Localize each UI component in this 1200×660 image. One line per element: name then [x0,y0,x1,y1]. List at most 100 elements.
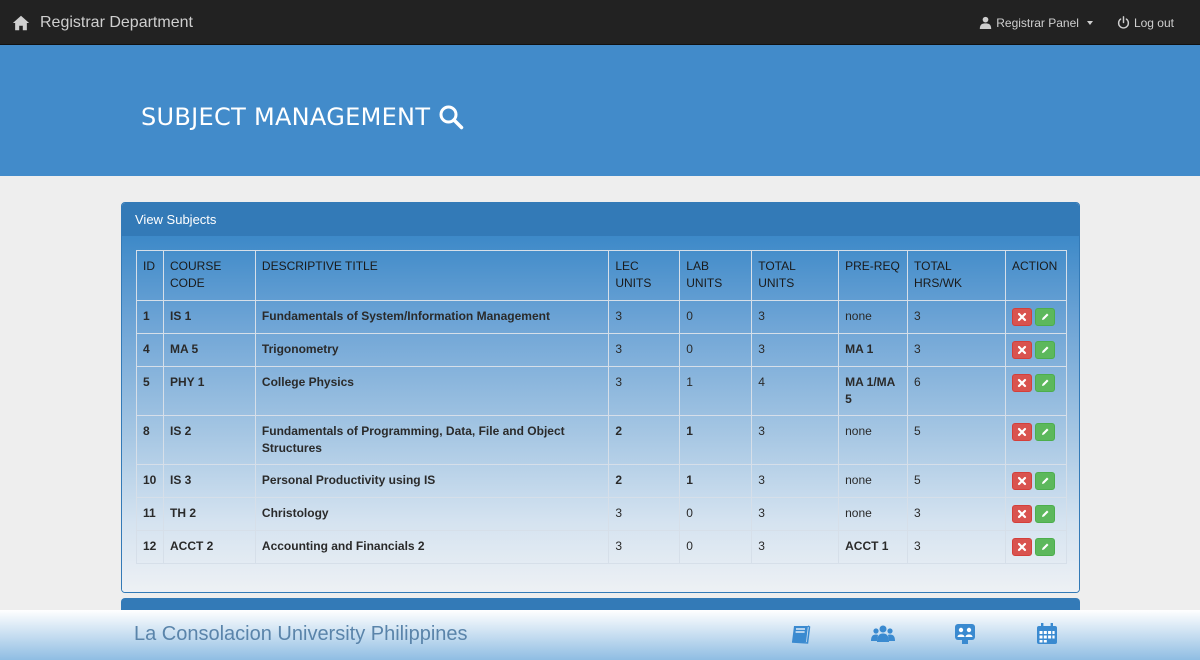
delete-button[interactable] [1011,472,1032,490]
registrar-panel-label: Registrar Panel [996,15,1079,30]
cell-lec: 3 [608,366,681,416]
col-header-id: ID [136,250,164,301]
cell-prereq: MA 1 [838,333,909,367]
cell-lec: 3 [608,497,681,531]
edit-button[interactable] [1034,505,1055,523]
close-icon [1017,509,1027,519]
delete-button[interactable] [1011,505,1032,523]
cell-title: Fundamentals of System/Information Manag… [254,300,610,334]
panel-heading: View Subjects [122,203,1079,236]
page-title: SUBJECT MANAGEMENT [141,103,464,131]
cell-hrs: 3 [907,530,1006,564]
col-header-title: DESCRIPTIVE TITLE [254,250,610,301]
delete-button[interactable] [1011,374,1032,392]
logout-label: Log out [1133,15,1174,30]
delete-button[interactable] [1011,308,1032,326]
view-subjects-panel: View Subjects ID COURSE CODE DESCRIPTIVE … [121,202,1080,593]
cell-total: 4 [751,366,840,416]
cell-hrs: 3 [907,497,1006,531]
footer-title: La Consolacion University Philippines [134,623,468,645]
search-icon[interactable] [438,104,464,130]
delete-button[interactable] [1011,423,1032,441]
cell-action [1004,497,1068,531]
cell-total: 3 [751,530,840,564]
pencil-icon [1041,510,1049,517]
nav-right: Registrar Panel Log out [967,0,1200,45]
close-icon [1017,542,1027,552]
cell-lab: 0 [679,530,753,564]
cell-prereq: none [838,464,909,498]
logout-link[interactable]: Log out [1105,0,1186,45]
table-row: 8 IS 2 Fundamentals of Programming, Data… [136,415,1068,465]
col-header-lab-units: LAB UNITS [679,250,753,301]
pencil-icon [1041,313,1049,320]
cell-code: IS 3 [162,464,256,498]
calendar-icon[interactable] [1035,622,1059,646]
cell-id: 10 [136,464,164,498]
cell-prereq: none [838,497,909,531]
close-icon [1017,312,1027,322]
pencil-icon [1041,477,1049,484]
panel-heading-text: View Subjects [135,212,217,227]
cell-id: 1 [136,300,164,334]
power-icon [1117,16,1130,29]
book-icon[interactable] [789,622,813,646]
cell-action [1004,300,1068,334]
edit-button[interactable] [1034,374,1055,392]
cell-lec: 3 [608,300,681,334]
cell-hrs: 5 [907,464,1006,498]
cell-lab: 0 [679,497,753,531]
cell-total: 3 [751,497,840,531]
cell-action [1004,464,1068,498]
cell-id: 4 [136,333,164,367]
table-row: 5 PHY 1 College Physics 3 1 4 MA 1/MA 5 … [136,366,1068,416]
cell-prereq: MA 1/MA 5 [838,366,909,416]
cell-code: IS 2 [162,415,256,465]
cell-prereq: none [838,300,909,334]
col-header-total-units: TOTAL UNITS [751,250,840,301]
table-header-row: ID COURSE CODE DESCRIPTIVE TITLE LEC UNITS… [136,250,1068,301]
group-icon[interactable] [953,622,977,646]
edit-button[interactable] [1034,538,1055,556]
cell-hrs: 3 [907,333,1006,367]
cell-action [1004,333,1068,367]
subjects-table: ID COURSE CODE DESCRIPTIVE TITLE LEC UNITS… [136,250,1068,564]
cell-title: Accounting and Financials 2 [254,530,610,564]
close-icon [1017,476,1027,486]
close-icon [1017,378,1027,388]
cell-id: 8 [136,415,164,465]
delete-button[interactable] [1011,538,1032,556]
edit-button[interactable] [1034,472,1055,490]
footer-bar: La Consolacion University Philippines [0,610,1200,660]
close-icon [1017,345,1027,355]
registrar-panel-dropdown[interactable]: Registrar Panel [967,0,1105,45]
footer-icon-group [789,622,1059,646]
users-icon[interactable] [871,622,895,646]
page-banner: SUBJECT MANAGEMENT [0,45,1200,176]
cell-total: 3 [751,333,840,367]
pencil-icon [1041,379,1049,386]
close-icon [1017,427,1027,437]
cell-total: 3 [751,415,840,465]
table-row: 12 ACCT 2 Accounting and Financials 2 3 … [136,530,1068,564]
edit-button[interactable] [1034,308,1055,326]
cell-id: 5 [136,366,164,416]
cell-title: Christology [254,497,610,531]
cell-code: PHY 1 [162,366,256,416]
edit-button[interactable] [1034,423,1055,441]
cell-code: ACCT 2 [162,530,256,564]
cell-id: 11 [136,497,164,531]
edit-button[interactable] [1034,341,1055,359]
cell-lab: 1 [679,366,753,416]
cell-code: TH 2 [162,497,256,531]
cell-hrs: 3 [907,300,1006,334]
panel-body: ID COURSE CODE DESCRIPTIVE TITLE LEC UNITS… [122,236,1079,592]
top-navbar: Registrar Department Registrar Panel Log… [0,0,1200,45]
brand-link[interactable]: Registrar Department [12,0,193,45]
cell-code: MA 5 [162,333,256,367]
cell-lec: 3 [608,530,681,564]
cell-lec: 2 [608,464,681,498]
delete-button[interactable] [1011,341,1032,359]
brand-text: Registrar Department [40,13,193,31]
pencil-icon [1041,428,1049,435]
